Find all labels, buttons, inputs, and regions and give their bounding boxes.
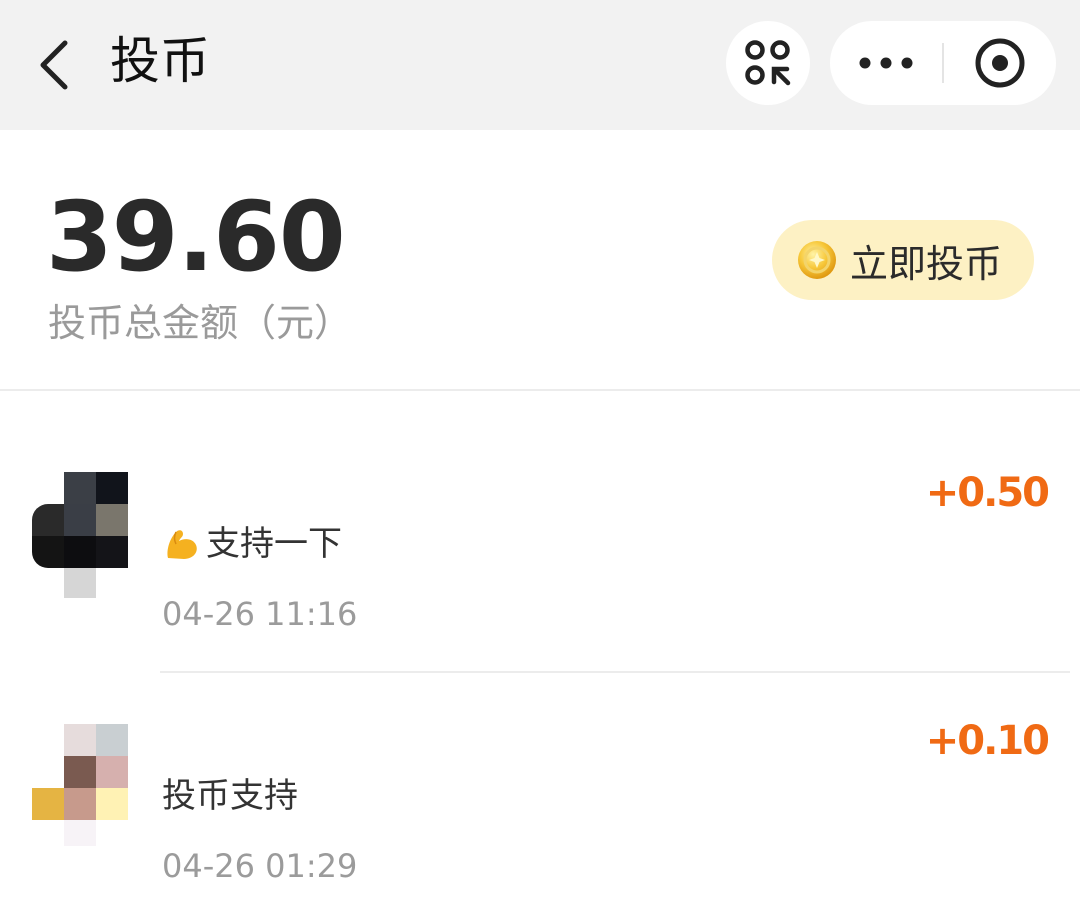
more-icon <box>859 57 913 69</box>
scan-icon <box>745 40 791 86</box>
donate-now-label: 立即投币 <box>850 241 1003 286</box>
total-amount: 39.60 <box>46 181 346 293</box>
coin-icon <box>798 241 836 279</box>
page-title: 投币 <box>110 32 210 90</box>
record-message: 支持一下 <box>162 522 342 566</box>
record-message: 投币支持 <box>162 774 298 818</box>
record-message-text: 支持一下 <box>206 524 342 564</box>
summary-panel: 39.60 投币总金额（元） 立即投币 <box>0 130 1080 390</box>
avatar <box>32 724 128 850</box>
record-message-text: 投币支持 <box>162 776 298 816</box>
back-button[interactable] <box>22 22 88 108</box>
chevron-left-icon <box>40 40 68 90</box>
record-time: 04-26 11:16 <box>162 595 358 633</box>
donate-now-button[interactable]: 立即投币 <box>772 220 1034 300</box>
total-amount-label: 投币总金额（元） <box>48 301 353 345</box>
top-bar: 投币 <box>0 0 1080 130</box>
mini-program-capsule <box>830 21 1056 105</box>
avatar <box>32 472 128 598</box>
record-amount: +0.50 <box>925 470 1050 516</box>
close-button[interactable] <box>944 21 1056 105</box>
row-divider <box>160 671 1070 673</box>
record-amount: +0.10 <box>925 718 1050 764</box>
more-button[interactable] <box>830 21 942 105</box>
section-divider <box>0 389 1080 391</box>
scan-button[interactable] <box>726 21 810 105</box>
target-icon <box>975 38 1025 88</box>
flexed-biceps-icon <box>167 530 197 559</box>
record-time: 04-26 01:29 <box>162 847 358 885</box>
